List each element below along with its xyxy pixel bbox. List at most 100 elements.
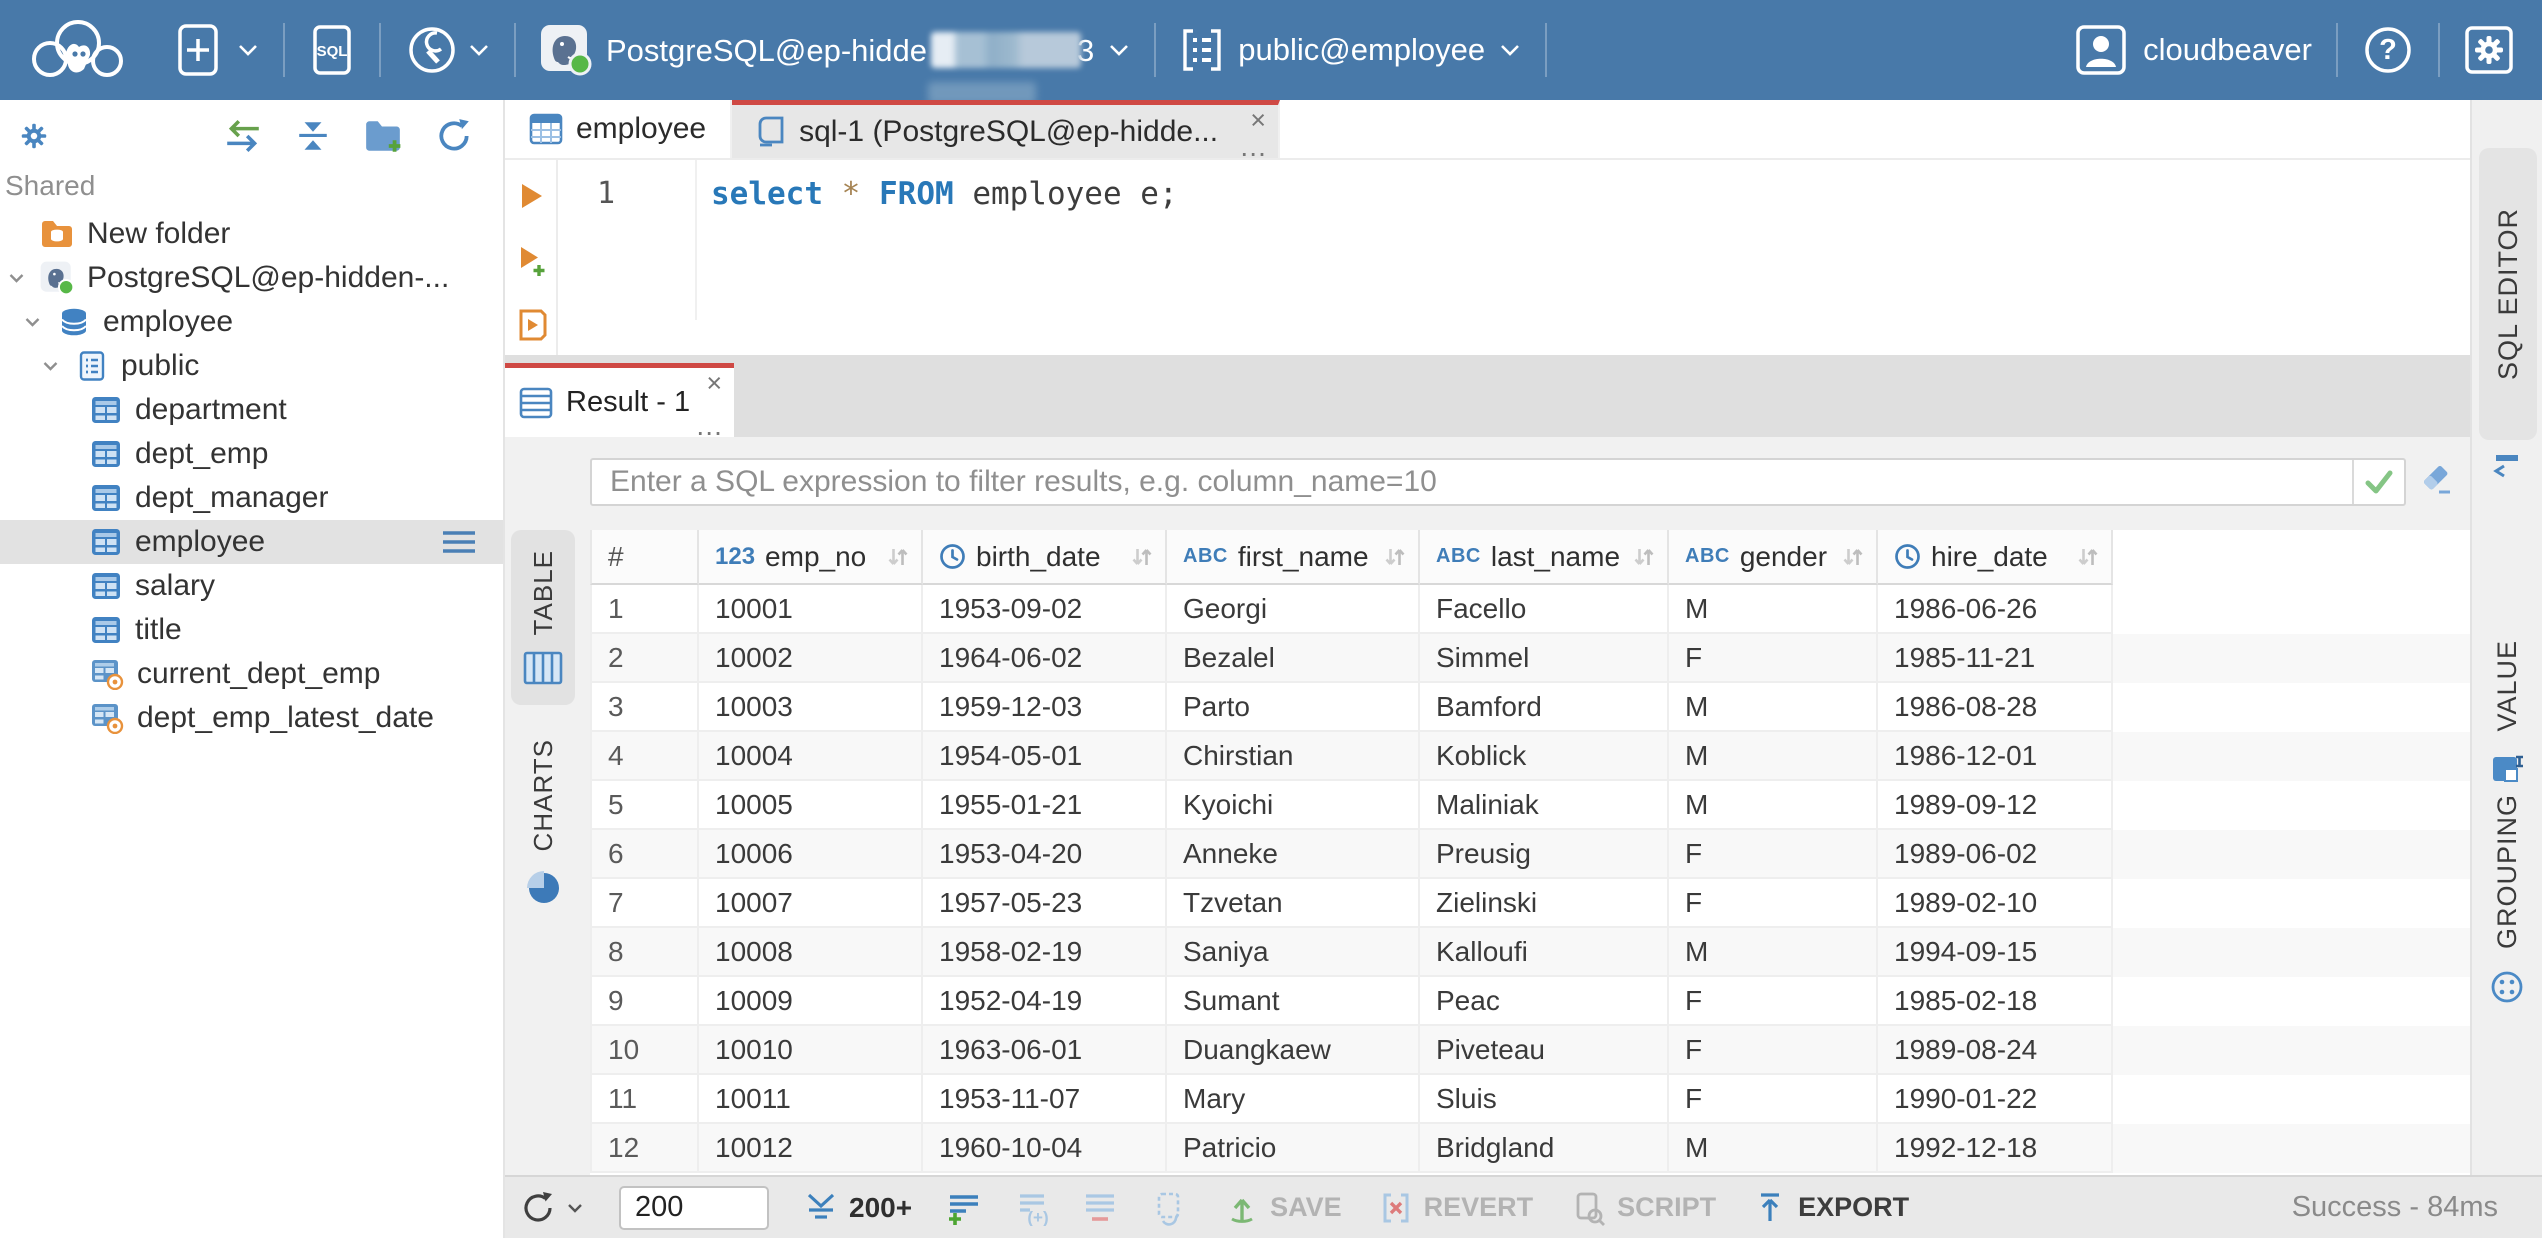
execute-script-button[interactable] — [515, 308, 549, 342]
page-size-input[interactable] — [619, 1185, 769, 1230]
table-cell[interactable]: Parto — [1167, 683, 1420, 732]
table-cell[interactable]: Bamford — [1420, 683, 1669, 732]
table-cell[interactable]: 1989-09-12 — [1878, 781, 2113, 830]
table-cell[interactable]: Georgi — [1167, 585, 1420, 634]
sort-icon[interactable] — [1382, 544, 1408, 570]
cloudbeaver-logo-icon[interactable] — [26, 17, 130, 83]
tab-employee[interactable]: employee — [505, 100, 733, 158]
table-cell[interactable]: 1964-06-02 — [923, 634, 1167, 683]
new-connection-button[interactable] — [176, 22, 259, 78]
row-number-header[interactable]: # — [590, 530, 699, 585]
table-cell[interactable]: Zielinski — [1420, 879, 1669, 928]
schema-selector[interactable]: public@employee — [1180, 25, 1521, 75]
row-number-cell[interactable]: 1 — [590, 585, 699, 634]
revert-button[interactable]: REVERT — [1378, 1190, 1533, 1226]
table-cell[interactable]: 1959-12-03 — [923, 683, 1167, 732]
row-number-cell[interactable]: 7 — [590, 879, 699, 928]
sort-icon[interactable] — [1129, 544, 1155, 570]
tree-item-employee[interactable]: employee — [0, 300, 503, 344]
table-cell[interactable]: 1963-06-01 — [923, 1026, 1167, 1075]
table-cell[interactable]: Sluis — [1420, 1075, 1669, 1124]
tab-value[interactable]: VALUE — [2490, 640, 2524, 786]
tree-item-PostgreSQL@ep-hidden-...[interactable]: PostgreSQL@ep-hidden-... — [0, 256, 503, 300]
table-cell[interactable]: M — [1669, 683, 1878, 732]
result-more-icon[interactable]: … — [695, 412, 724, 440]
table-cell[interactable]: 1955-01-21 — [923, 781, 1167, 830]
column-header-hire_date[interactable]: hire_date — [1878, 530, 2113, 585]
table-cell[interactable]: 1985-02-18 — [1878, 977, 2113, 1026]
table-cell[interactable]: Facello — [1420, 585, 1669, 634]
table-cell[interactable]: F — [1669, 879, 1878, 928]
column-header-last_name[interactable]: ABC last_name — [1420, 530, 1669, 585]
refresh-result-button[interactable] — [519, 1189, 583, 1227]
driver-tools-button[interactable] — [405, 23, 490, 77]
table-cell[interactable]: 1954-05-01 — [923, 732, 1167, 781]
sort-icon[interactable] — [885, 544, 911, 570]
table-cell[interactable]: 1953-04-20 — [923, 830, 1167, 879]
expand-chevron-icon[interactable] — [8, 273, 25, 284]
new-folder-button[interactable] — [363, 118, 403, 154]
row-number-cell[interactable]: 12 — [590, 1124, 699, 1173]
apply-filter-button[interactable] — [2352, 460, 2404, 504]
tree-item-public[interactable]: public — [0, 344, 503, 388]
column-header-first_name[interactable]: ABC first_name — [1167, 530, 1420, 585]
table-cell[interactable]: F — [1669, 830, 1878, 879]
table-cell[interactable]: F — [1669, 1026, 1878, 1075]
settings-button[interactable] — [2464, 25, 2514, 75]
row-number-cell[interactable]: 6 — [590, 830, 699, 879]
table-cell[interactable]: Simmel — [1420, 634, 1669, 683]
new-sql-editor-button[interactable]: SQL — [309, 22, 355, 78]
tree-item-department[interactable]: department — [0, 388, 503, 432]
row-number-cell[interactable]: 5 — [590, 781, 699, 830]
table-cell[interactable]: 1986-12-01 — [1878, 732, 2113, 781]
close-result-icon[interactable]: × — [706, 368, 722, 398]
duplicate-row-button[interactable]: (+) — [1014, 1190, 1050, 1226]
user-menu[interactable]: cloudbeaver — [2075, 24, 2312, 76]
tree-item-title[interactable]: title — [0, 608, 503, 652]
table-cell[interactable]: 1953-09-02 — [923, 585, 1167, 634]
table-cell[interactable]: Chirstian — [1167, 732, 1420, 781]
table-cell[interactable]: 1957-05-23 — [923, 879, 1167, 928]
fetch-more-button[interactable]: 200+ — [803, 1190, 912, 1226]
row-number-cell[interactable]: 4 — [590, 732, 699, 781]
filter-input[interactable] — [592, 465, 2352, 499]
row-number-cell[interactable]: 8 — [590, 928, 699, 977]
table-cell[interactable]: Kyoichi — [1167, 781, 1420, 830]
table-cell[interactable]: 10001 — [699, 585, 923, 634]
tree-item-dept_manager[interactable]: dept_manager — [0, 476, 503, 520]
sort-icon[interactable] — [2075, 544, 2101, 570]
expand-chevron-icon[interactable] — [24, 317, 41, 328]
table-cell[interactable]: 1958-02-19 — [923, 928, 1167, 977]
table-cell[interactable]: Mary — [1167, 1075, 1420, 1124]
column-header-gender[interactable]: ABC gender — [1669, 530, 1878, 585]
tab-grouping[interactable]: GROUPING — [2489, 794, 2525, 1005]
sort-icon[interactable] — [1631, 544, 1657, 570]
sql-code-line[interactable]: select * FROM employee e; — [711, 176, 1178, 212]
sort-icon[interactable] — [1840, 544, 1866, 570]
column-header-emp_no[interactable]: 123 emp_no — [699, 530, 923, 585]
connection-selector[interactable]: PostgreSQL@ep-hidde 3 — [540, 24, 1130, 104]
tree-item-salary[interactable]: salary — [0, 564, 503, 608]
table-cell[interactable]: 1989-06-02 — [1878, 830, 2113, 879]
link-with-editor-button[interactable] — [223, 118, 263, 154]
table-cell[interactable]: 10007 — [699, 879, 923, 928]
table-cell[interactable]: 10011 — [699, 1075, 923, 1124]
table-cell[interactable]: Maliniak — [1420, 781, 1669, 830]
export-button[interactable]: EXPORT — [1752, 1190, 1909, 1226]
table-cell[interactable]: 1989-02-10 — [1878, 879, 2113, 928]
table-cell[interactable]: Preusig — [1420, 830, 1669, 879]
row-number-cell[interactable]: 10 — [590, 1026, 699, 1075]
table-cell[interactable]: 10009 — [699, 977, 923, 1026]
execute-query-new-tab-button[interactable] — [515, 244, 549, 278]
table-cell[interactable]: Kalloufi — [1420, 928, 1669, 977]
table-cell[interactable]: 10010 — [699, 1026, 923, 1075]
table-cell[interactable]: Peac — [1420, 977, 1669, 1026]
collapse-all-button[interactable] — [295, 118, 331, 154]
table-cell[interactable]: 10002 — [699, 634, 923, 683]
table-cell[interactable]: Koblick — [1420, 732, 1669, 781]
add-row-button[interactable] — [946, 1190, 982, 1226]
row-number-cell[interactable]: 2 — [590, 634, 699, 683]
execute-query-button[interactable] — [515, 180, 547, 212]
table-cell[interactable]: Anneke — [1167, 830, 1420, 879]
tab-sql-1[interactable]: sql-1 (PostgreSQL@ep-hidde... × … — [732, 100, 1281, 161]
